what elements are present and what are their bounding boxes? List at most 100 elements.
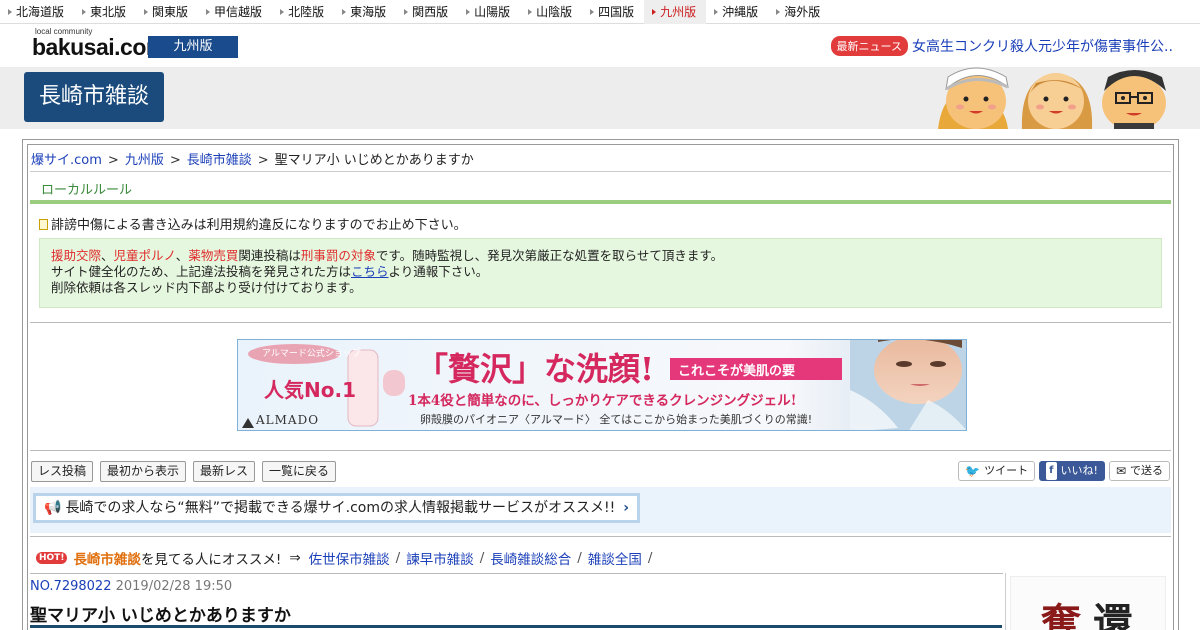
related-link-nagasaki-general[interactable]: 長崎雑談総合	[490, 548, 571, 568]
related-link-national[interactable]: 雑談全国	[588, 548, 642, 568]
region-tab-hokkaido[interactable]: 北海道版	[0, 0, 74, 24]
share-buttons: 🐦 ツイート f いいね! ✉ で送る	[954, 461, 1170, 481]
post-meta: NO.7298022 2019/02/28 19:50	[30, 579, 232, 594]
post-reply-button[interactable]: レス投稿	[31, 461, 94, 482]
region-tab-kyushu[interactable]: 九州版	[644, 0, 707, 24]
triangle-icon	[144, 8, 149, 15]
region-tab-koshinetsu[interactable]: 甲信越版	[198, 0, 272, 24]
region-tab-kanto[interactable]: 関東版	[136, 0, 198, 24]
ad-headline-quote: 」な	[512, 350, 577, 388]
warning-line-3: 削除依頼は各スレッド内下部より受け付けております。	[51, 280, 362, 295]
latest-replies-button[interactable]: 最新レス	[193, 461, 256, 482]
triangle-icon	[280, 8, 285, 15]
triangle-icon	[776, 8, 781, 15]
region-tab-overseas[interactable]: 海外版	[768, 0, 830, 24]
news-headline-link[interactable]: 女高生コンクリ殺人元少年が傷害事件公...	[912, 36, 1174, 56]
breadcrumb-current: 聖マリア小 いじめとかありますか	[274, 153, 474, 168]
megaphone-icon: 📢	[44, 500, 62, 516]
side-ad[interactable]: 奪 還	[1005, 573, 1171, 630]
document-icon	[39, 219, 48, 230]
facebook-icon: f	[1046, 462, 1057, 480]
send-label: で送る	[1130, 464, 1163, 477]
slash-separator: /	[647, 550, 653, 566]
show-from-start-button[interactable]: 最初から表示	[100, 461, 187, 482]
report-link[interactable]: こちら	[351, 264, 389, 279]
twitter-bird-icon: 🐦	[965, 464, 981, 478]
region-tab-sanyo[interactable]: 山陽版	[458, 0, 520, 24]
ad-headline-word: 贅沢	[448, 350, 513, 388]
triangle-icon	[82, 8, 87, 15]
breadcrumb: 爆サイ.com > 九州版 > 長崎市雑談 > 聖マリア小 いじめとかありますか	[31, 149, 474, 168]
ad-subheadline: 1本4役と簡単なのに、しっかりケアできるクレンジングジェル!	[408, 393, 797, 409]
region-tab-hokuriku[interactable]: 北陸版	[272, 0, 334, 24]
hot-badge: HOT!	[36, 552, 68, 564]
region-tab-tohoku[interactable]: 東北版	[74, 0, 136, 24]
thread-post: NO.7298022 2019/02/28 19:50 聖マリア小 いじめとかあ…	[30, 573, 1003, 630]
job-promo-link[interactable]: 📢 長崎での求人なら“無料”で掲載できる爆サイ.comの求人情報掲載サービスがオス…	[33, 493, 640, 523]
brand-bar: local community bakusai.com 九州版 最新ニュース 女…	[0, 24, 1200, 67]
board-header: 長崎市雑談	[0, 67, 1200, 129]
back-to-list-button[interactable]: 一覧に戻る	[262, 461, 337, 482]
breadcrumb-separator: >	[107, 153, 119, 168]
thread-title: 聖マリア小 いじめとかありますか	[30, 606, 291, 626]
side-ad-kanji: 還	[1093, 600, 1133, 630]
related-current-board: 長崎市雑談	[73, 552, 141, 568]
triangle-icon	[8, 8, 12, 15]
facebook-like-button[interactable]: f いいね!	[1039, 461, 1105, 481]
send-mail-button[interactable]: ✉ で送る	[1108, 461, 1170, 481]
tweet-button[interactable]: 🐦 ツイート	[958, 461, 1036, 481]
breadcrumb-separator: >	[257, 153, 269, 168]
triangle-icon	[652, 8, 657, 15]
warning-term-cp: 児童ポルノ	[113, 248, 176, 263]
post-number-link[interactable]: NO.7298022	[30, 579, 111, 594]
region-tab-sanin[interactable]: 山陰版	[520, 0, 582, 24]
related-lead: を見てる人にオススメ!	[140, 552, 282, 568]
ad-banner[interactable]: アルマード公式ショップ 人気No.1 ALMADO 「贅沢」な洗顔! これこそが…	[237, 339, 967, 431]
chevron-right-icon: ›	[623, 500, 629, 516]
local-rule-title: ローカルルール	[41, 183, 133, 198]
related-link-isahaya[interactable]: 諫早市雑談	[406, 548, 474, 568]
tweet-label: ツイート	[984, 464, 1029, 477]
envelope-icon: ✉	[1115, 464, 1126, 478]
region-tab-tokai[interactable]: 東海版	[334, 0, 396, 24]
breadcrumb-edition[interactable]: 九州版	[125, 153, 164, 168]
region-tab-kansai[interactable]: 関西版	[396, 0, 458, 24]
like-label: いいね!	[1060, 464, 1098, 477]
side-ad-image: 奪 還	[1010, 576, 1166, 630]
edition-label: 九州版	[148, 36, 238, 58]
triangle-icon	[466, 8, 471, 15]
terms-notice-text: 誹謗中傷による書き込みは利用規約違反になりますのでお止め下さい。	[51, 218, 467, 233]
post-date: 2019/02/28 19:50	[115, 579, 233, 594]
divider	[30, 322, 1171, 323]
breadcrumb-home[interactable]: 爆サイ.com	[31, 153, 102, 168]
breadcrumb-board[interactable]: 長崎市雑談	[187, 153, 252, 168]
divider	[30, 536, 1171, 537]
mascot-middle	[1021, 73, 1093, 129]
warning-report-post: より通報下さい。	[388, 264, 489, 279]
related-link-sasebo[interactable]: 佐世保市雑談	[309, 548, 390, 568]
triangle-icon	[714, 8, 719, 15]
latest-news: 最新ニュース 女高生コンクリ殺人元少年が傷害事件公...	[830, 36, 1174, 56]
mascot-illustration	[938, 67, 1166, 129]
ad-shop-badge: アルマード公式ショップ	[262, 349, 361, 359]
warning-tail: です。随時監視し、発見次第厳正な処置を取らせて頂きます。	[375, 248, 724, 263]
site-logo[interactable]: bakusai.com	[32, 34, 166, 61]
content-frame: 爆サイ.com > 九州版 > 長崎市雑談 > 聖マリア小 いじめとかありますか ローカルル…	[22, 139, 1179, 630]
ad-ribbon: これこそが美肌の要	[678, 364, 796, 379]
job-promo-text: 長崎での求人なら“無料”で掲載できる爆サイ.comの求人情報掲載サービスがオスス…	[65, 500, 616, 516]
arrow-right-icon: ⇒	[289, 550, 301, 566]
promo-band: 📢 長崎での求人なら“無料”で掲載できる爆サイ.comの求人情報掲載サービスがオス…	[30, 487, 1171, 533]
ad-footnote: 卵殻膜のパイオニア〈アルマード〉 全てはここから始まった美肌づくりの常識!	[420, 413, 813, 426]
content-inner: 爆サイ.com > 九州版 > 長崎市雑談 > 聖マリア小 いじめとかありますか ローカルル…	[27, 144, 1174, 630]
ad-headline-tail: 洗顔!	[576, 350, 655, 388]
divider	[30, 450, 1171, 451]
warning-comma: 、	[175, 248, 189, 263]
region-tab-okinawa[interactable]: 沖縄版	[706, 0, 768, 24]
region-tab-shikoku[interactable]: 四国版	[582, 0, 644, 24]
slash-separator: /	[395, 550, 401, 566]
title-underline	[30, 625, 1002, 628]
board-title[interactable]: 長崎市雑談	[24, 72, 164, 122]
legal-warning-box: 援助交際、児童ポルノ、薬物売買関連投稿は刑事罰の対象です。随時監視し、発見次第厳…	[39, 238, 1162, 308]
warning-term-criminal: 刑事罰の対象	[300, 248, 376, 263]
side-ad-kanji: 奪	[1041, 600, 1081, 630]
